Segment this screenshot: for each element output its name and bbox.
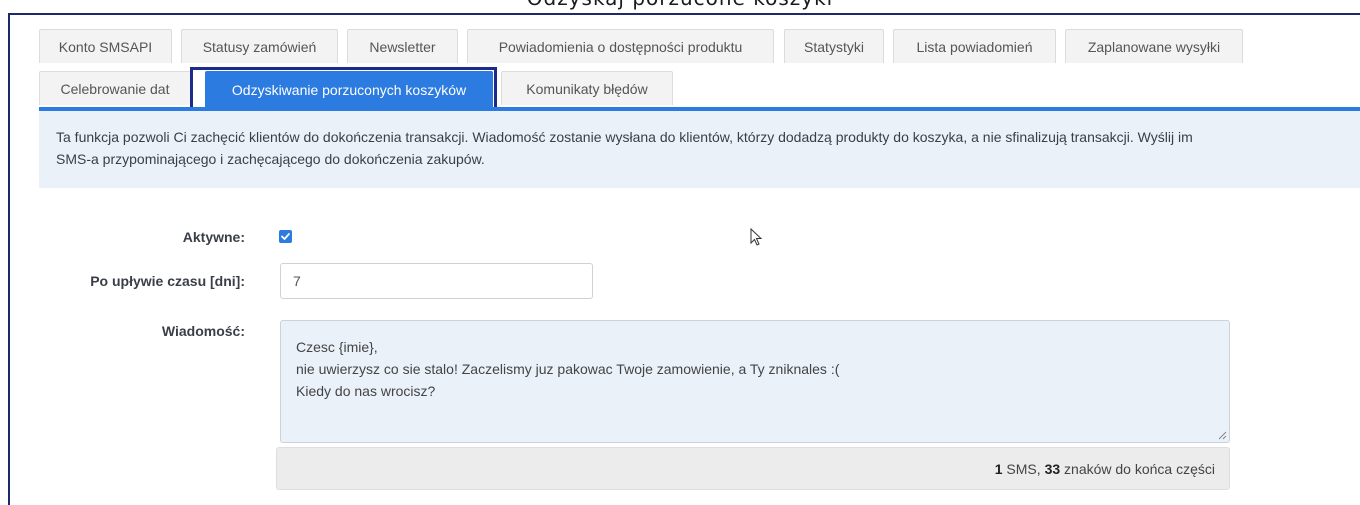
delay-days-input[interactable]: 7: [280, 263, 593, 299]
message-line: Kiedy do nas wrocisz?: [296, 383, 436, 399]
delay-label: Po upływie czasu [dni]:: [90, 273, 245, 289]
tab-newsletter[interactable]: Newsletter: [347, 29, 458, 63]
info-text-line: Ta funkcja pozwoli Ci zachęcić klientów …: [56, 129, 1193, 145]
message-line: Czesc {imie},: [296, 339, 378, 355]
page-caption: Odzyskaj porzucone koszyki: [0, 0, 1360, 10]
tab-label: Statusy zamówień: [202, 38, 317, 55]
tab-label: Newsletter: [369, 38, 436, 55]
checkmark-icon: [281, 233, 290, 240]
sms-text: SMS,: [1002, 460, 1045, 477]
tab-label: Zaplanowane wysyłki: [1087, 38, 1221, 55]
tab-label: Statystyki: [804, 38, 864, 55]
mouse-cursor-icon: [750, 228, 763, 246]
tab-powiadomienia-dostepnosc[interactable]: Powiadomienia o dostępności produktu: [467, 29, 774, 63]
chars-text: znaków do końca części: [1060, 460, 1215, 477]
sms-count: 1: [994, 460, 1003, 477]
tab-label: Powiadomienia o dostępności produktu: [498, 38, 743, 55]
tab-label: Konto SMSAPI: [58, 38, 153, 55]
tab-statusy-zamowien[interactable]: Statusy zamówień: [181, 29, 338, 63]
message-line: nie uwierzysz co sie stalo! Zaczelismy j…: [296, 361, 840, 377]
message-label: Wiadomość:: [161, 323, 245, 339]
sms-counter: 1 SMS, 33 znaków do końca części: [276, 447, 1230, 490]
tab-celebrowanie-dat[interactable]: Celebrowanie dat: [39, 71, 191, 105]
tab-konto-smsapi[interactable]: Konto SMSAPI: [39, 29, 172, 63]
chars-count: 33: [1044, 460, 1061, 477]
tab-statystyki[interactable]: Statystyki: [784, 29, 884, 63]
resize-handle-icon[interactable]: [1218, 431, 1227, 440]
tab-label: Komunikaty błędów: [526, 80, 648, 97]
tab-zaplanowane-wysylki[interactable]: Zaplanowane wysyłki: [1065, 29, 1243, 63]
tab-label: Lista powiadomień: [916, 38, 1033, 55]
active-label: Aktywne:: [182, 229, 245, 245]
tab-komunikaty-bledow[interactable]: Komunikaty błędów: [501, 71, 673, 105]
info-panel: Ta funkcja pozwoli Ci zachęcić klientów …: [39, 111, 1360, 188]
tab-label: Celebrowanie dat: [60, 80, 170, 97]
tab-lista-powiadomien[interactable]: Lista powiadomień: [893, 29, 1056, 63]
active-checkbox[interactable]: [279, 230, 292, 243]
message-textarea[interactable]: Czesc {imie}, nie uwierzysz co sie stalo…: [280, 320, 1230, 443]
info-text-line: SMS-a przypominającego i zachęcającego d…: [56, 151, 485, 167]
